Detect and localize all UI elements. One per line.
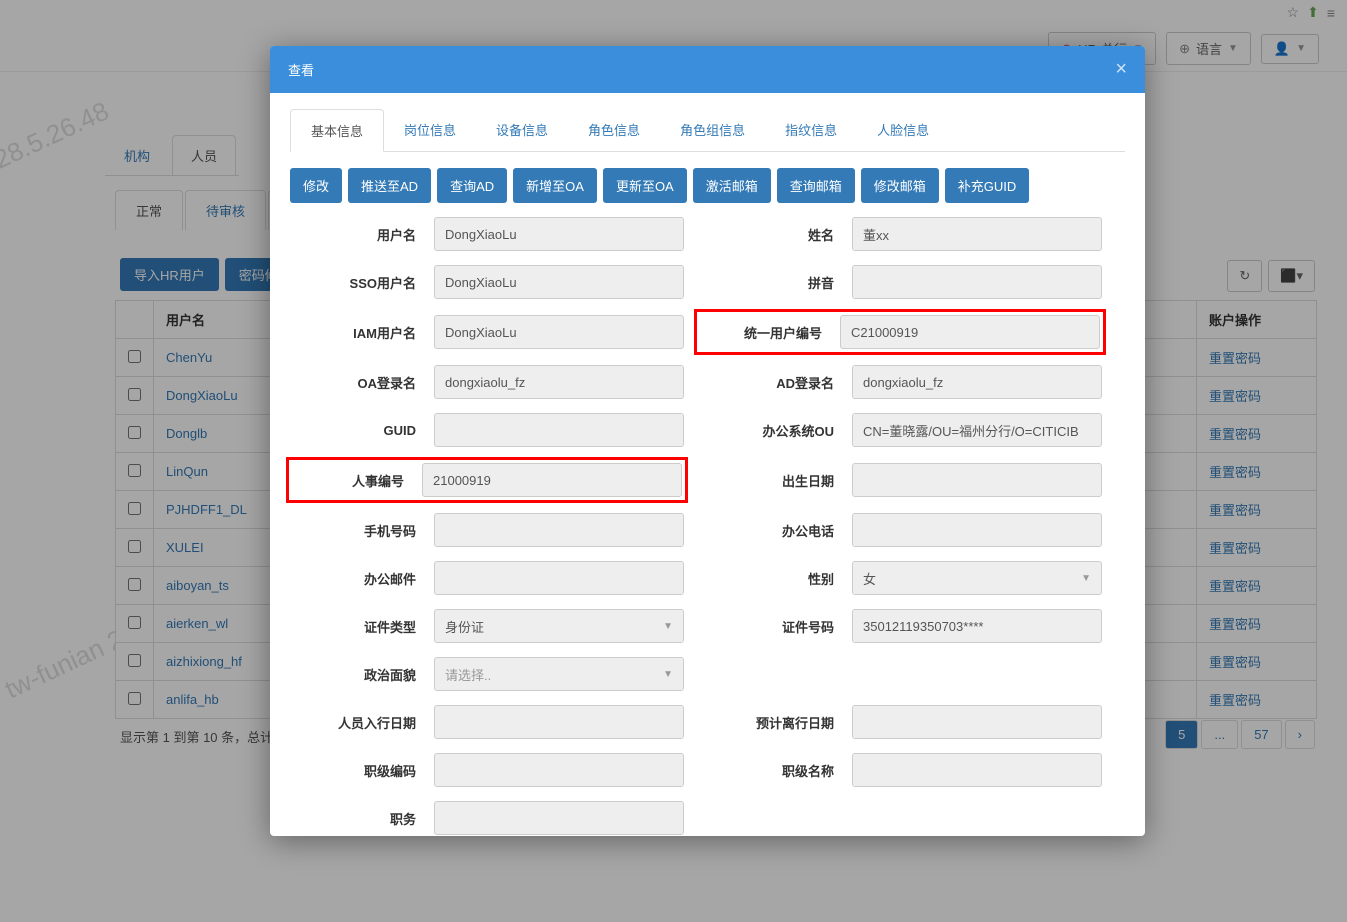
action-button[interactable]: 查询AD bbox=[437, 168, 507, 203]
modal-title: 查看 bbox=[288, 60, 314, 79]
field-username: DongXiaoLu bbox=[434, 217, 684, 251]
field-iam: DongXiaoLu bbox=[434, 315, 684, 349]
field-job bbox=[434, 801, 684, 835]
action-button[interactable]: 激活邮箱 bbox=[693, 168, 771, 203]
label-office-email: 办公邮件 bbox=[290, 569, 420, 588]
field-dob bbox=[852, 463, 1102, 497]
label-idno: 证件号码 bbox=[698, 617, 838, 636]
label-sso: SSO用户名 bbox=[290, 273, 420, 292]
field-rank-code bbox=[434, 753, 684, 787]
field-idno: 35012119350703**** bbox=[852, 609, 1102, 643]
modal-tab[interactable]: 基本信息 bbox=[290, 109, 384, 152]
field-politics[interactable]: 请选择.. ▼ bbox=[434, 657, 684, 691]
label-ad-login: AD登录名 bbox=[698, 373, 838, 392]
field-join-date bbox=[434, 705, 684, 739]
label-dob: 出生日期 bbox=[698, 471, 838, 490]
label-hr-no: 人事编号 bbox=[292, 471, 408, 490]
field-oa-login: dongxiaolu_fz bbox=[434, 365, 684, 399]
field-office-tel bbox=[852, 513, 1102, 547]
field-leave-date bbox=[852, 705, 1102, 739]
label-gender: 性别 bbox=[698, 569, 838, 588]
action-button[interactable]: 补充GUID bbox=[945, 168, 1030, 203]
field-ad-login: dongxiaolu_fz bbox=[852, 365, 1102, 399]
modal-tab[interactable]: 岗位信息 bbox=[384, 109, 476, 151]
field-gender[interactable]: 女 ▼ bbox=[852, 561, 1102, 595]
chevron-down-icon: ▼ bbox=[1081, 573, 1091, 584]
field-pinyin bbox=[852, 265, 1102, 299]
idtype-value: 身份证 bbox=[445, 617, 484, 636]
label-iam: IAM用户名 bbox=[290, 323, 420, 342]
field-office-email bbox=[434, 561, 684, 595]
label-leave-date: 预计离行日期 bbox=[698, 713, 838, 732]
modal-tab[interactable]: 角色组信息 bbox=[660, 109, 765, 151]
chevron-down-icon: ▼ bbox=[663, 669, 673, 680]
action-button[interactable]: 推送至AD bbox=[348, 168, 431, 203]
label-pinyin: 拼音 bbox=[698, 273, 838, 292]
label-join-date: 人员入行日期 bbox=[290, 713, 420, 732]
action-button[interactable]: 修改 bbox=[290, 168, 342, 203]
field-sso: DongXiaoLu bbox=[434, 265, 684, 299]
label-ou: 办公系统OU bbox=[698, 421, 838, 440]
gender-value: 女 bbox=[863, 569, 876, 588]
field-ou: CN=董晓露/OU=福州分行/O=CITICIB bbox=[852, 413, 1102, 447]
field-name: 董xx bbox=[852, 217, 1102, 251]
field-rank-name bbox=[852, 753, 1102, 787]
modal-tab[interactable]: 设备信息 bbox=[476, 109, 568, 151]
label-guid: GUID bbox=[290, 423, 420, 438]
view-modal: 查看 × 基本信息岗位信息设备信息角色信息角色组信息指纹信息人脸信息 修改推送至… bbox=[270, 46, 1145, 836]
modal-tabs: 基本信息岗位信息设备信息角色信息角色组信息指纹信息人脸信息 bbox=[290, 109, 1125, 152]
label-politics: 政治面貌 bbox=[290, 665, 420, 684]
label-job: 职务 bbox=[290, 809, 420, 828]
label-username: 用户名 bbox=[290, 225, 420, 244]
action-button[interactable]: 新增至OA bbox=[513, 168, 597, 203]
close-icon[interactable]: × bbox=[1115, 58, 1127, 81]
label-rank-code: 职级编码 bbox=[290, 761, 420, 780]
field-guid bbox=[434, 413, 684, 447]
label-oa-login: OA登录名 bbox=[290, 373, 420, 392]
label-mobile: 手机号码 bbox=[290, 521, 420, 540]
modal-body: 基本信息岗位信息设备信息角色信息角色组信息指纹信息人脸信息 修改推送至AD查询A… bbox=[270, 93, 1145, 836]
field-unified-user-no: C21000919 bbox=[840, 315, 1100, 349]
label-idtype: 证件类型 bbox=[290, 617, 420, 636]
modal-tab[interactable]: 角色信息 bbox=[568, 109, 660, 151]
chevron-down-icon: ▼ bbox=[663, 621, 673, 632]
label-office-tel: 办公电话 bbox=[698, 521, 838, 540]
label-rank-name: 职级名称 bbox=[698, 761, 838, 780]
politics-placeholder: 请选择.. bbox=[445, 665, 491, 684]
modal-tab[interactable]: 人脸信息 bbox=[857, 109, 949, 151]
action-button[interactable]: 修改邮箱 bbox=[861, 168, 939, 203]
label-unified-user-no: 统一用户编号 bbox=[700, 323, 826, 342]
detail-form: 用户名 DongXiaoLu 姓名 董xx SSO用户名 DongXiaoLu … bbox=[290, 207, 1125, 835]
label-name: 姓名 bbox=[698, 225, 838, 244]
field-mobile bbox=[434, 513, 684, 547]
action-button[interactable]: 更新至OA bbox=[603, 168, 687, 203]
modal-tab[interactable]: 指纹信息 bbox=[765, 109, 857, 151]
field-hr-no: 21000919 bbox=[422, 463, 682, 497]
modal-actions: 修改推送至AD查询AD新增至OA更新至OA激活邮箱查询邮箱修改邮箱补充GUID bbox=[290, 168, 1125, 203]
action-button[interactable]: 查询邮箱 bbox=[777, 168, 855, 203]
field-idtype[interactable]: 身份证 ▼ bbox=[434, 609, 684, 643]
modal-header: 查看 × bbox=[270, 46, 1145, 93]
